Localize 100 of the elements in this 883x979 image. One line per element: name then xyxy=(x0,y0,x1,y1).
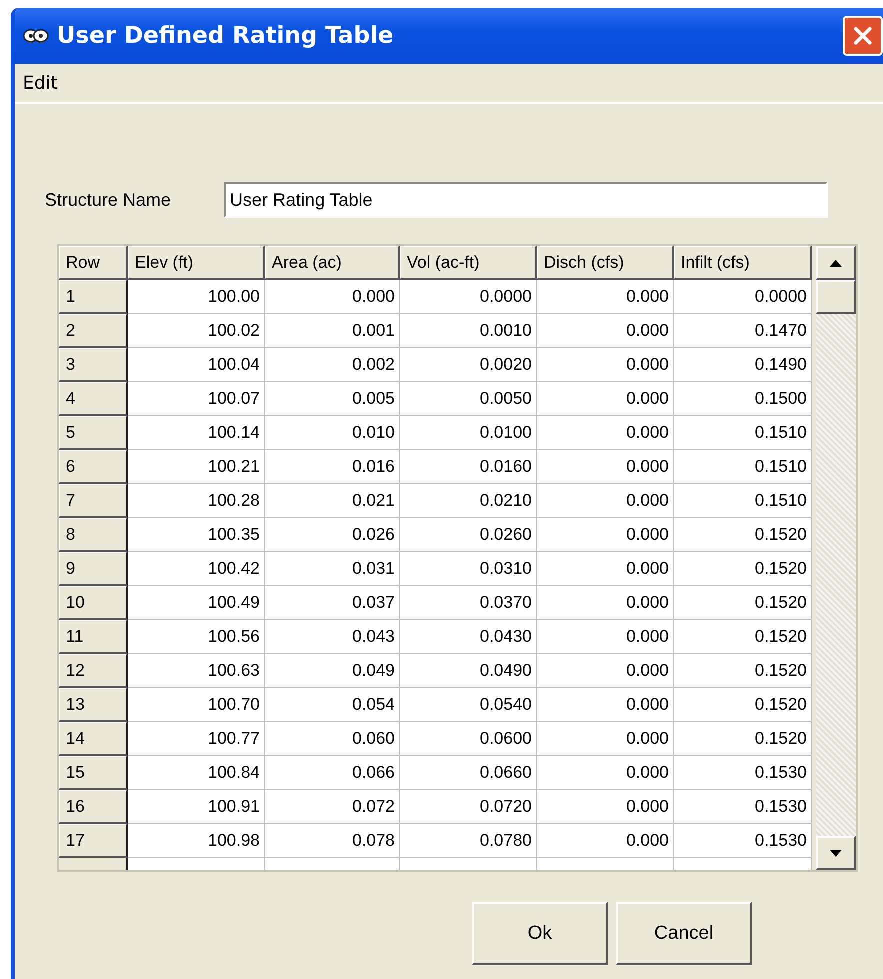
table-cell[interactable]: 0.000 xyxy=(537,450,674,484)
column-header[interactable]: Infilt (cfs) xyxy=(674,246,812,280)
column-header[interactable]: Area (ac) xyxy=(265,246,400,280)
table-cell[interactable]: 0.0160 xyxy=(400,450,537,484)
table-cell[interactable]: 0.010 xyxy=(265,416,400,450)
table-cell[interactable]: 100.04 xyxy=(128,348,265,382)
table-cell[interactable]: 100.00 xyxy=(128,280,265,314)
scroll-up-button[interactable] xyxy=(816,246,856,280)
table-cell[interactable]: 100.77 xyxy=(128,722,265,756)
table-cell[interactable]: 0.002 xyxy=(265,348,400,382)
vertical-scrollbar[interactable] xyxy=(816,246,856,870)
table-cell[interactable]: 0.054 xyxy=(265,688,400,722)
table-cell[interactable]: 100.21 xyxy=(128,450,265,484)
table-cell[interactable]: 0.000 xyxy=(537,756,674,790)
table-cell[interactable]: 0.0010 xyxy=(400,314,537,348)
table-cell[interactable]: 0.1520 xyxy=(674,586,812,620)
table-cell[interactable]: 100.42 xyxy=(128,552,265,586)
table-cell[interactable]: 0.1490 xyxy=(674,348,812,382)
table-cell[interactable]: 0.1510 xyxy=(674,484,812,518)
table-cell[interactable]: 0.1520 xyxy=(674,620,812,654)
table-cell[interactable]: 0.026 xyxy=(265,518,400,552)
table-cell[interactable]: 100.35 xyxy=(128,518,265,552)
table-cell[interactable]: 0.1500 xyxy=(674,382,812,416)
table-cell[interactable]: 0.0000 xyxy=(400,280,537,314)
table-cell[interactable]: 0.0370 xyxy=(400,586,537,620)
table-cell[interactable]: 0.1520 xyxy=(674,518,812,552)
table-cell[interactable]: 0.000 xyxy=(537,586,674,620)
table-cell[interactable]: 0.0000 xyxy=(674,280,812,314)
table-cell[interactable]: 0.0720 xyxy=(400,790,537,824)
table-cell[interactable]: 0.072 xyxy=(265,790,400,824)
column-header[interactable]: Disch (cfs) xyxy=(537,246,674,280)
table-cell[interactable]: 0.000 xyxy=(537,314,674,348)
table-cell[interactable]: 0.078 xyxy=(265,824,400,858)
table-cell[interactable]: 0.0490 xyxy=(400,654,537,688)
table-cell[interactable]: 0.1510 xyxy=(674,416,812,450)
table-cell[interactable]: 0.001 xyxy=(265,314,400,348)
table-cell[interactable]: 0.000 xyxy=(537,620,674,654)
table-cell[interactable]: 0.000 xyxy=(537,722,674,756)
table-cell[interactable]: 0.021 xyxy=(265,484,400,518)
table-cell[interactable]: 100.91 xyxy=(128,790,265,824)
table-cell[interactable]: 0.000 xyxy=(265,280,400,314)
table-cell[interactable]: 0.000 xyxy=(537,518,674,552)
menu-item[interactable]: Edit xyxy=(23,72,58,94)
table-cell[interactable]: 100.56 xyxy=(128,620,265,654)
table-cell[interactable]: 0.1470 xyxy=(674,314,812,348)
table-cell[interactable]: 0.066 xyxy=(265,756,400,790)
ok-button[interactable]: Ok xyxy=(472,902,608,965)
table-cell[interactable]: 0.1530 xyxy=(674,756,812,790)
column-header[interactable]: Row xyxy=(59,246,128,280)
table-cell[interactable]: 0.000 xyxy=(537,654,674,688)
table-cell[interactable]: 0.1520 xyxy=(674,688,812,722)
table-cell[interactable]: 100.49 xyxy=(128,586,265,620)
table-cell[interactable]: 0.016 xyxy=(265,450,400,484)
table-cell[interactable]: 0.0210 xyxy=(400,484,537,518)
structure-name-field[interactable]: User Rating Table xyxy=(224,182,828,218)
table-cell[interactable]: 0.0310 xyxy=(400,552,537,586)
table-cell[interactable]: 0.000 xyxy=(537,688,674,722)
column-header[interactable]: Elev (ft) xyxy=(128,246,265,280)
table-cell[interactable]: 0.0050 xyxy=(400,382,537,416)
table-cell[interactable]: 0.000 xyxy=(537,824,674,858)
table-cell[interactable]: 100.98 xyxy=(128,824,265,858)
table-cell[interactable]: 0.000 xyxy=(537,484,674,518)
table-cell[interactable]: 0.0020 xyxy=(400,348,537,382)
table-cell[interactable]: 0.0600 xyxy=(400,722,537,756)
table-cell[interactable]: 0.1530 xyxy=(674,790,812,824)
table-cell[interactable]: 100.14 xyxy=(128,416,265,450)
table-cell[interactable]: 0.000 xyxy=(537,790,674,824)
table-cell[interactable]: 0.037 xyxy=(265,586,400,620)
table-cell[interactable]: 0.1510 xyxy=(674,450,812,484)
close-button[interactable] xyxy=(843,16,883,56)
column-header[interactable]: Vol (ac-ft) xyxy=(400,246,537,280)
table-cell[interactable]: 100.02 xyxy=(128,314,265,348)
cancel-button[interactable]: Cancel xyxy=(616,902,752,965)
table-cell[interactable]: 0.1530 xyxy=(674,824,812,858)
scroll-down-button[interactable] xyxy=(816,836,856,870)
table-cell[interactable]: 0.0780 xyxy=(400,824,537,858)
table-cell[interactable]: 0.1520 xyxy=(674,722,812,756)
table-cell[interactable]: 0.000 xyxy=(537,348,674,382)
table-cell[interactable]: 0.043 xyxy=(265,620,400,654)
table-cell[interactable]: 0.005 xyxy=(265,382,400,416)
table-cell[interactable]: 0.0540 xyxy=(400,688,537,722)
table-cell[interactable]: 0.000 xyxy=(537,416,674,450)
table-cell[interactable]: 0.060 xyxy=(265,722,400,756)
table-cell[interactable]: 0.0660 xyxy=(400,756,537,790)
table-cell[interactable]: 0.0100 xyxy=(400,416,537,450)
table-cell[interactable]: 0.1520 xyxy=(674,654,812,688)
table-cell[interactable]: 0.0430 xyxy=(400,620,537,654)
table-cell[interactable]: 100.07 xyxy=(128,382,265,416)
table-cell[interactable]: 0.1520 xyxy=(674,552,812,586)
scroll-thumb[interactable] xyxy=(816,280,856,314)
table-cell[interactable]: 100.84 xyxy=(128,756,265,790)
table-cell[interactable]: 0.049 xyxy=(265,654,400,688)
table-cell[interactable]: 0.000 xyxy=(537,382,674,416)
table-cell[interactable]: 0.0260 xyxy=(400,518,537,552)
table-cell[interactable]: 0.000 xyxy=(537,280,674,314)
table-cell[interactable]: 100.70 xyxy=(128,688,265,722)
table-cell[interactable]: 0.000 xyxy=(537,552,674,586)
table-cell[interactable]: 100.28 xyxy=(128,484,265,518)
table-cell[interactable]: 0.031 xyxy=(265,552,400,586)
table-cell[interactable]: 100.63 xyxy=(128,654,265,688)
